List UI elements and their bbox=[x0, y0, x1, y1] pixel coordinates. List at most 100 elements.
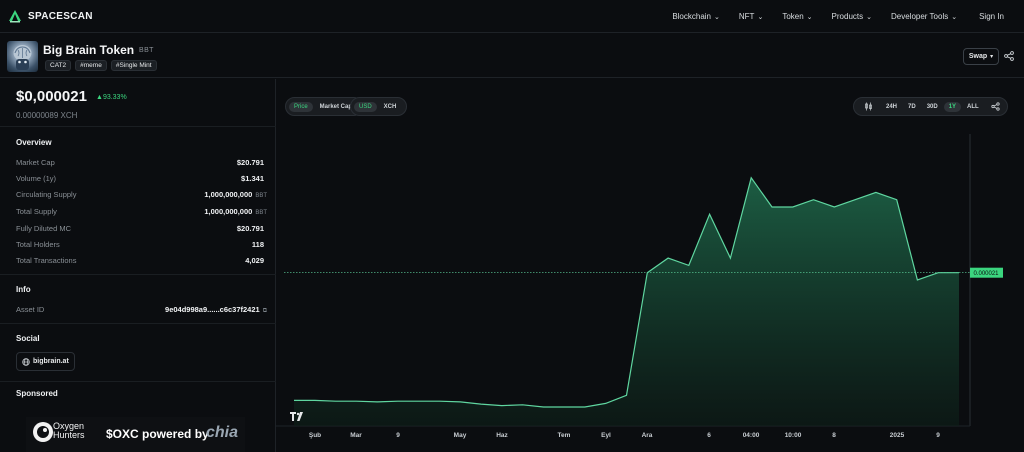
x-tick-label: Mar bbox=[350, 432, 362, 439]
chevron-down-icon: ⌄ bbox=[714, 13, 720, 21]
divider bbox=[0, 381, 276, 382]
caret-down-icon: ▾ bbox=[990, 54, 994, 60]
x-tick-label: 04:00 bbox=[743, 432, 760, 439]
top-nav: SPACESCAN Blockchain ⌄ NFT ⌄ Token ⌄ Produc… bbox=[0, 0, 1024, 33]
nav-developer-tools-label: Developer Tools bbox=[891, 12, 949, 21]
app-root: SPACESCAN Blockchain ⌄ NFT ⌄ Token ⌄ Produc… bbox=[0, 0, 1024, 452]
toggle-price[interactable]: Price bbox=[289, 101, 313, 112]
stat-value: $20.791 bbox=[237, 224, 267, 233]
stat-row: Market Cap $20.791 bbox=[16, 158, 267, 168]
token-tags: CAT2 #meme #Single Mint bbox=[45, 60, 161, 71]
current-price-label: 0.000021 bbox=[973, 271, 999, 277]
swap-button[interactable]: Swap ▾ bbox=[963, 48, 999, 65]
x-tick-label: Eyl bbox=[601, 432, 611, 439]
range-24h[interactable]: 24H bbox=[881, 102, 902, 112]
token-avatar bbox=[7, 41, 38, 72]
social-title: Social bbox=[16, 334, 40, 343]
tag-meme[interactable]: #meme bbox=[75, 60, 107, 71]
x-tick-label: 6 bbox=[707, 432, 711, 439]
stat-value-text: $20.791 bbox=[236, 158, 264, 167]
stat-value: 118 bbox=[252, 240, 267, 249]
brand[interactable]: SPACESCAN bbox=[8, 9, 93, 23]
candlestick-icon[interactable] bbox=[864, 102, 873, 111]
chia-logo: chia bbox=[206, 424, 239, 441]
range-30d[interactable]: 30D bbox=[922, 102, 943, 112]
stat-value-text: $1.341 bbox=[241, 174, 264, 183]
stat-row: Volume (1y) $1.341 bbox=[16, 174, 267, 184]
stat-value-text: 1,000,000,000 bbox=[204, 207, 253, 216]
nav-items: Blockchain ⌄ NFT ⌄ Token ⌄ Products ⌄ Develo… bbox=[653, 0, 1004, 33]
price-xch: 0.00000089 XCH bbox=[16, 111, 78, 120]
stat-unit: BBT bbox=[255, 210, 267, 216]
chevron-down-icon: ⌄ bbox=[806, 13, 813, 21]
stat-value: $1.341 bbox=[241, 174, 267, 183]
stat-label: Fully Diluted MC bbox=[16, 224, 72, 233]
token-details-panel: $0,000021 ▲93.33% 0.00000089 XCH Overvie… bbox=[0, 79, 276, 452]
share-chart-icon[interactable] bbox=[991, 102, 1000, 111]
tag-single-mint[interactable]: #Single Mint bbox=[110, 60, 157, 71]
token-symbol: BBT bbox=[139, 47, 154, 54]
stat-row: Fully Diluted MC $20.791 bbox=[16, 224, 267, 234]
stat-row: Total Transactions 4,029 bbox=[16, 256, 267, 266]
x-tick-label: 10:00 bbox=[785, 432, 802, 439]
tradingview-logo-icon bbox=[290, 412, 303, 421]
nav-products[interactable]: Products ⌄ bbox=[832, 12, 872, 21]
stat-label: Market Cap bbox=[16, 158, 55, 167]
divider bbox=[0, 323, 276, 324]
stat-row: Circulating Supply 1,000,000,000 BBT bbox=[16, 190, 267, 200]
sponsored-title: Sponsored bbox=[16, 389, 58, 398]
x-tick-label: Haz bbox=[496, 432, 508, 439]
time-range-selector: 24H 7D 30D 1Y ALL bbox=[853, 97, 1008, 116]
stat-value-text: 118 bbox=[251, 240, 264, 249]
chevron-down-icon: ⌄ bbox=[757, 13, 764, 21]
brain-avatar-icon bbox=[13, 45, 32, 70]
range-1y[interactable]: 1Y bbox=[943, 101, 962, 112]
stat-row: Total Holders 118 bbox=[16, 240, 267, 250]
token-header: Big Brain Token BBT CAT2 #meme #Single M… bbox=[0, 33, 1024, 78]
website-link[interactable]: bigbrain.at bbox=[16, 352, 75, 371]
price-chart-panel: 0.000021 Şub Mar 9 May Haz Tem Eyl Ara 6 04:00 10:0… bbox=[276, 79, 1024, 452]
currency-toggle: USD XCH bbox=[350, 97, 408, 116]
stat-label: Total Transactions bbox=[16, 256, 77, 265]
toggle-usd[interactable]: USD bbox=[354, 101, 377, 112]
nav-nft[interactable]: NFT ⌄ bbox=[739, 12, 763, 21]
asset-id-row: Asset ID 9e04d998a9......c6c37f2421 ⧉ bbox=[16, 305, 267, 315]
stat-value-text: 1,000,000,000 bbox=[204, 190, 253, 199]
toggle-xch[interactable]: XCH bbox=[379, 102, 402, 112]
website-link-label: bigbrain.at bbox=[33, 358, 69, 365]
tradingview-logo[interactable] bbox=[290, 412, 306, 424]
stat-value-text: $20.791 bbox=[236, 224, 264, 233]
overview-title: Overview bbox=[16, 138, 52, 147]
nav-developer-tools[interactable]: Developer Tools ⌄ bbox=[891, 12, 957, 21]
x-tick-label: Şub bbox=[309, 432, 321, 439]
chevron-down-icon: ⌄ bbox=[866, 13, 872, 21]
sponsor-text: $OXC powered by bbox=[106, 427, 209, 441]
share-icon[interactable] bbox=[1004, 51, 1014, 61]
info-title: Info bbox=[16, 285, 31, 294]
sign-in-link[interactable]: Sign In bbox=[979, 12, 1004, 21]
tag-cat2[interactable]: CAT2 bbox=[45, 60, 72, 71]
sponsored-banner[interactable]: Oxygen Hunters $OXC powered by chia bbox=[26, 417, 245, 452]
x-tick-label: May bbox=[454, 432, 467, 439]
asset-id-value[interactable]: 9e04d998a9......c6c37f2421 ⧉ bbox=[165, 305, 267, 315]
chevron-down-icon: ⌄ bbox=[951, 13, 958, 21]
stat-value: 1,000,000,000 BBT bbox=[204, 190, 267, 199]
x-tick-label: Tem bbox=[558, 432, 571, 439]
range-all[interactable]: ALL bbox=[962, 102, 984, 112]
nav-blockchain[interactable]: Blockchain ⌄ bbox=[672, 12, 720, 21]
stat-label: Volume (1y) bbox=[16, 174, 57, 183]
range-7d[interactable]: 7D bbox=[903, 102, 921, 112]
price-change-value: 93.33% bbox=[102, 94, 127, 101]
divider bbox=[0, 126, 276, 127]
nav-products-label: Products bbox=[831, 12, 864, 21]
nav-token[interactable]: Token ⌄ bbox=[782, 12, 812, 21]
nav-blockchain-label: Blockchain bbox=[672, 12, 711, 21]
globe-icon bbox=[22, 357, 30, 366]
x-tick-label: 9 bbox=[396, 432, 400, 439]
price-chart[interactable]: 0.000021 Şub Mar 9 May Haz Tem Eyl Ara 6 04:00 10:0… bbox=[276, 79, 1024, 452]
oxygen-hunters-logo-icon bbox=[33, 422, 53, 442]
stat-value: 4,029 bbox=[245, 256, 267, 265]
stat-label: Circulating Supply bbox=[16, 190, 77, 199]
copy-icon[interactable]: ⧉ bbox=[263, 308, 267, 314]
brand-name: SPACESCAN bbox=[28, 10, 93, 22]
